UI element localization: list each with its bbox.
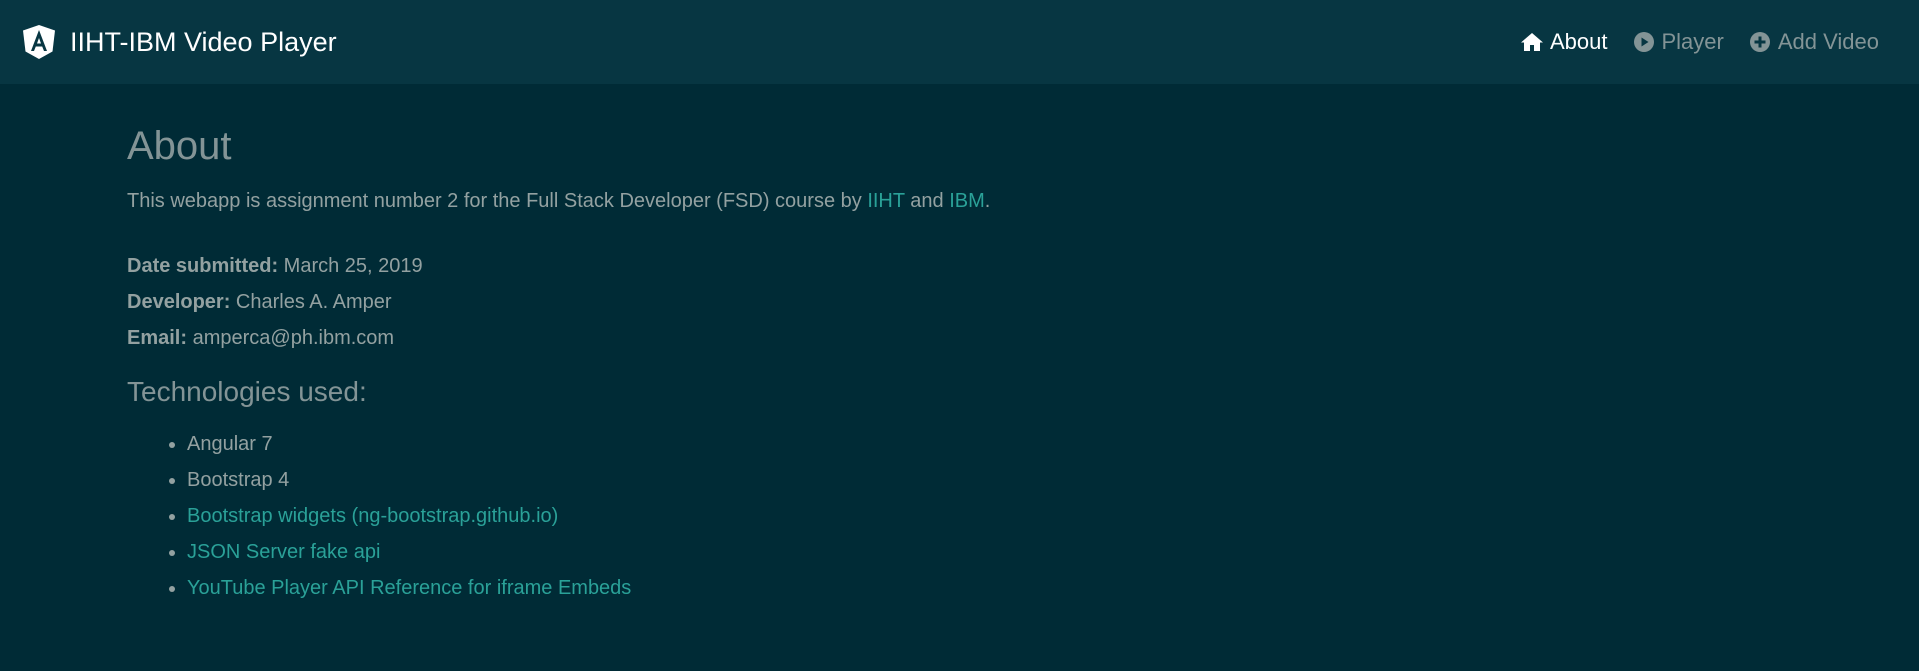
angular-logo-icon xyxy=(23,25,55,59)
intro-and: and xyxy=(904,190,950,212)
tech-item-bootstrap-widgets: Bootstrap widgets (ng-bootstrap.github.i… xyxy=(187,498,1919,534)
developer-value: Charles A. Amper xyxy=(230,291,392,313)
date-submitted-row: Date submitted: March 25, 2019 xyxy=(127,248,1919,284)
nav-link-about[interactable]: About xyxy=(1520,29,1608,55)
tech-label: Angular 7 xyxy=(187,433,273,455)
iiht-link[interactable]: IIHT xyxy=(867,190,904,212)
tech-item-json-server: JSON Server fake api xyxy=(187,534,1919,570)
submission-details: Date submitted: March 25, 2019 Developer… xyxy=(127,248,1919,356)
about-content: About This webapp is assignment number 2… xyxy=(127,118,1919,606)
json-server-link[interactable]: JSON Server fake api xyxy=(187,541,380,563)
page-title: About xyxy=(127,124,232,168)
email-row: Email: amperca@ph.ibm.com xyxy=(127,320,1919,356)
nav-label-add-video: Add Video xyxy=(1777,29,1879,54)
email-label: Email: xyxy=(127,327,188,349)
brand-title: IIHT-IBM Video Player xyxy=(70,26,337,57)
play-circle-icon xyxy=(1633,32,1654,52)
ibm-link[interactable]: IBM xyxy=(949,190,985,212)
developer-label: Developer: xyxy=(127,291,231,313)
tech-label: Bootstrap 4 xyxy=(187,469,290,491)
intro-prefix: This webapp is assignment number 2 for t… xyxy=(127,190,868,212)
plus-circle-icon xyxy=(1749,32,1770,52)
nav-link-add-video[interactable]: Add Video xyxy=(1748,29,1879,55)
nav-link-player[interactable]: Player xyxy=(1632,29,1724,55)
email-value: amperca@ph.ibm.com xyxy=(187,327,395,349)
technologies-list: Angular 7 Bootstrap 4 Bootstrap widgets … xyxy=(127,426,1919,606)
nav-links: About Player Add Video xyxy=(1496,29,1879,55)
tech-item-angular: Angular 7 xyxy=(187,426,1919,462)
nav-label-player: Player xyxy=(1661,29,1724,54)
date-submitted-label: Date submitted: xyxy=(127,255,279,277)
technologies-heading: Technologies used: xyxy=(127,376,367,407)
intro-paragraph: This webapp is assignment number 2 for t… xyxy=(127,188,1919,214)
bootstrap-widgets-link[interactable]: Bootstrap widgets (ng-bootstrap.github.i… xyxy=(187,505,558,527)
developer-row: Developer: Charles A. Amper xyxy=(127,284,1919,320)
brand-link[interactable]: IIHT-IBM Video Player xyxy=(22,24,337,60)
intro-suffix: . xyxy=(984,190,991,212)
navbar: IIHT-IBM Video Player About Player Add V… xyxy=(0,0,1919,84)
home-icon xyxy=(1521,33,1543,51)
tech-item-youtube-api: YouTube Player API Reference for iframe … xyxy=(187,570,1919,606)
youtube-api-link[interactable]: YouTube Player API Reference for iframe … xyxy=(187,577,631,599)
tech-item-bootstrap: Bootstrap 4 xyxy=(187,462,1919,498)
date-submitted-value: March 25, 2019 xyxy=(278,255,423,277)
nav-label-about: About xyxy=(1550,29,1608,54)
